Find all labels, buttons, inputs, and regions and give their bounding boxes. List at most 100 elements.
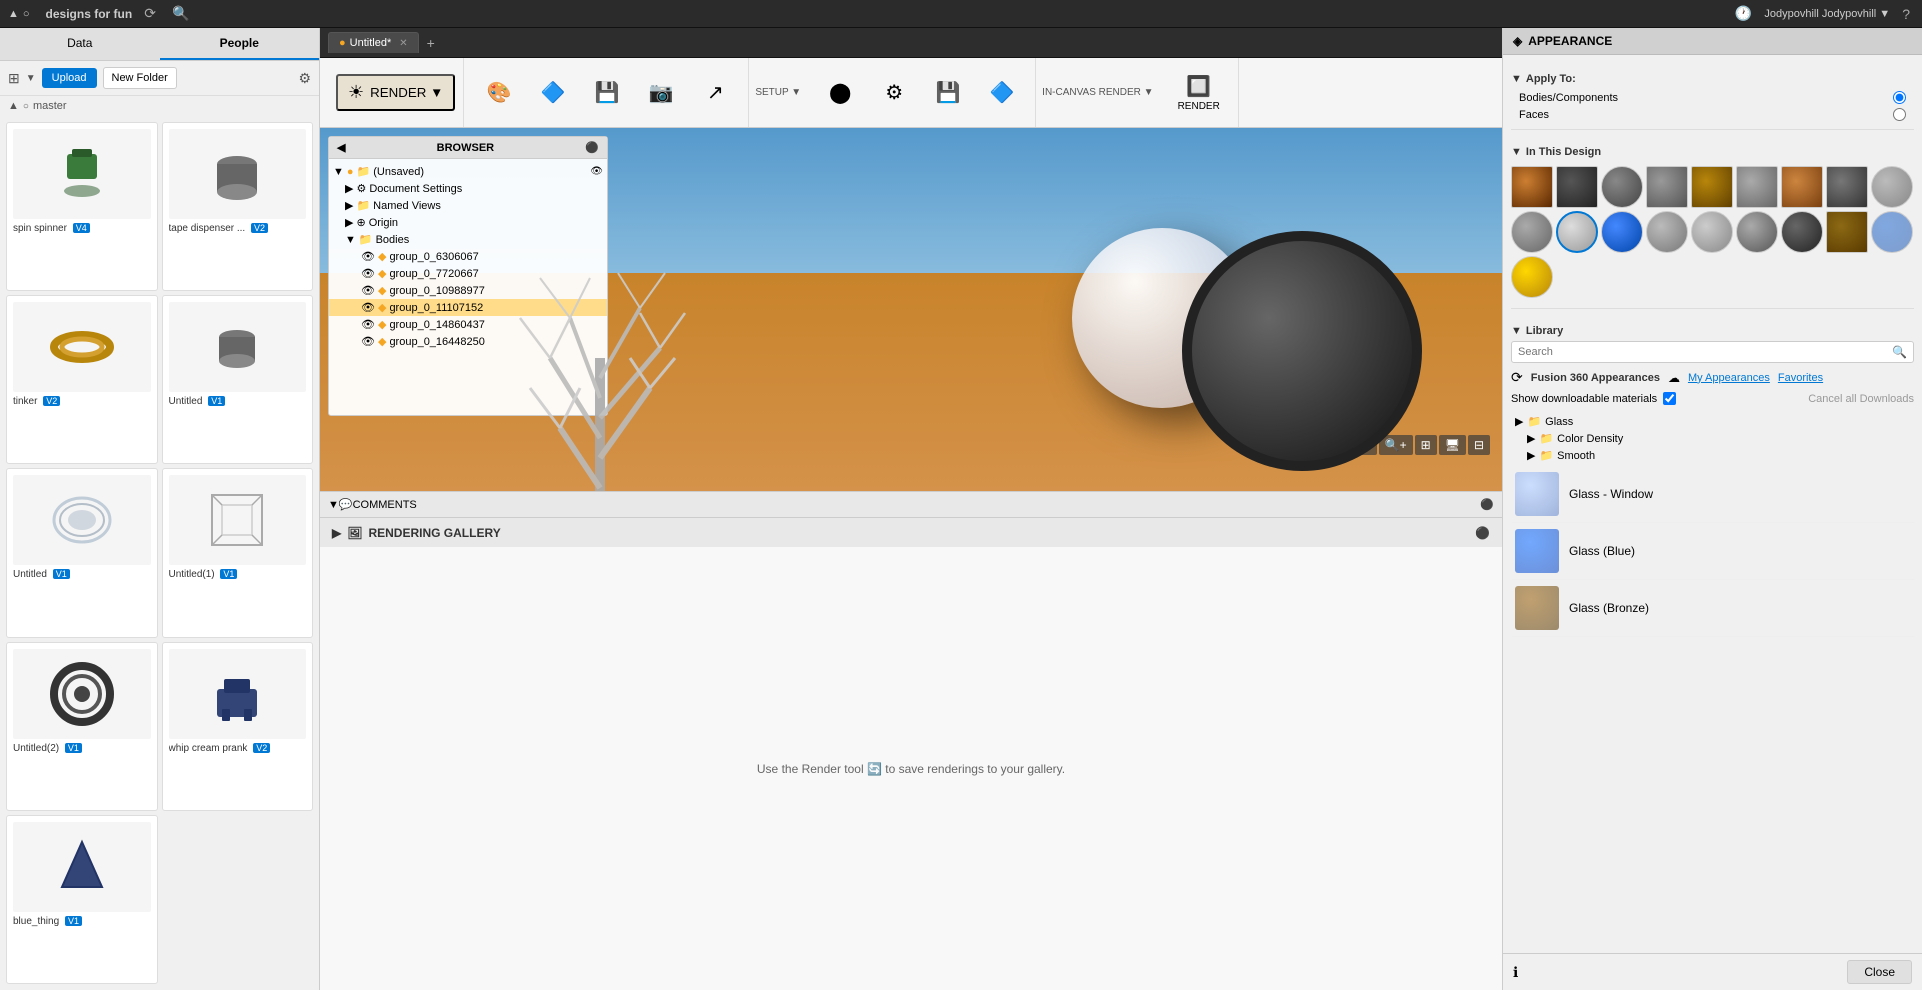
browser-collapse-icon[interactable]: ◀ [337,141,345,154]
new-folder-button[interactable]: New Folder [103,67,177,89]
design-item[interactable]: Untitled(2) V1 [6,642,158,811]
gallery-label[interactable]: RENDERING GALLERY [368,526,500,540]
search-input[interactable] [1518,346,1892,358]
in-design-header[interactable]: ▼ In This Design [1511,142,1914,162]
active-tab[interactable]: ● Untitled* ✕ [328,32,419,53]
material-thumb-11[interactable] [1556,211,1598,253]
view-dropdown-icon[interactable]: ▼ [26,73,36,84]
design-item[interactable]: Untitled V1 [6,468,158,637]
material-thumb-18[interactable] [1871,211,1913,253]
design-item[interactable]: blue_thing V1 [6,815,158,984]
tab-close-icon[interactable]: ✕ [399,38,407,49]
setup-btn-2[interactable]: 🔷 [528,74,578,111]
breadcrumb-up-icon[interactable]: ▲ [8,100,19,112]
material-thumb-14[interactable] [1691,211,1733,253]
canvas-btn-1[interactable]: ⬤ [815,74,865,111]
comments-pin-icon[interactable]: ⚫ [1480,498,1494,511]
version-badge: V1 [53,569,70,579]
material-thumb-19[interactable] [1511,256,1553,298]
folder-glass[interactable]: ▶ 📁 Glass [1511,413,1914,430]
faces-radio[interactable] [1893,108,1906,121]
design-name: Untitled V1 [13,569,151,580]
design-item[interactable]: tape dispenser ... V2 [162,122,314,291]
comments-label[interactable]: COMMENTS [353,499,417,511]
gallery-pin-icon[interactable]: ⚫ [1475,526,1490,540]
render-group-main: ☀ RENDER ▼ [328,58,464,127]
tab-data[interactable]: Data [0,28,160,60]
tab-people[interactable]: People [160,28,320,60]
apply-to-header[interactable]: ▼ Apply To: [1511,69,1914,89]
material-thumb-5[interactable] [1691,166,1733,208]
sync-icon[interactable]: ⟳ [140,3,160,24]
material-thumb-4[interactable] [1646,166,1688,208]
lib-tab-fusion[interactable]: Fusion 360 Appearances [1531,372,1660,384]
settings-icon[interactable]: ⚙ [298,70,311,87]
lib-tab-favorites[interactable]: Favorites [1778,372,1823,384]
material-thumb-6[interactable] [1736,166,1778,208]
setup-btn-3[interactable]: 💾 [582,74,632,111]
search-icon[interactable]: 🔍 [1892,345,1907,359]
material-thumb-12[interactable] [1601,211,1643,253]
design-item[interactable]: spin spinner V4 [6,122,158,291]
material-thumb-3[interactable] [1601,166,1643,208]
gallery-expand-icon[interactable]: ▶ [332,526,341,540]
folder-smooth[interactable]: ▶ 📁 Smooth [1511,447,1914,464]
material-glass-window[interactable]: Glass - Window [1511,466,1914,523]
breadcrumb-label[interactable]: master [33,100,67,112]
setup-group: 🎨 🔷 💾 📷 ↗ [466,58,749,127]
material-glass-blue[interactable]: Glass (Blue) [1511,523,1914,580]
render-final-btn[interactable]: 🔲 RENDER [1168,68,1230,118]
design-item[interactable]: Untitled V1 [162,295,314,464]
canvas-btn-3[interactable]: 💾 [923,74,973,111]
tree-eye-icon: 👁 [361,301,375,314]
material-thumb-2[interactable] [1556,166,1598,208]
setup-btn-1[interactable]: 🎨 [474,74,524,111]
nav-display-btn[interactable]: 🖥 [1439,435,1466,455]
library-header[interactable]: ▼ Library [1511,321,1914,341]
render-dropdown-button[interactable]: ☀ RENDER ▼ [336,74,455,111]
canvas-btn-4[interactable]: 🔷 [977,74,1027,111]
lib-tab-my[interactable]: My Appearances [1688,372,1770,384]
material-thumb-10[interactable] [1511,211,1553,253]
comments-expand-icon[interactable]: ▼ [328,499,339,511]
canvas-btn-2[interactable]: ⚙ [869,74,919,111]
user-menu[interactable]: Jodypovhill Jodypovhill ▼ [1764,8,1890,20]
material-icon-glass-window [1515,472,1559,516]
material-thumb-7[interactable] [1781,166,1823,208]
new-tab-button[interactable]: + [423,35,439,51]
material-thumb-16[interactable] [1781,211,1823,253]
cancel-downloads-btn[interactable]: Cancel all Downloads [1808,393,1914,405]
save-icon: 💾 [595,80,620,105]
browser-pin-icon[interactable]: ⚫ [585,141,599,154]
material-thumb-8[interactable] [1826,166,1868,208]
close-button[interactable]: Close [1847,960,1912,984]
refresh-icon[interactable]: ⟳ [1511,369,1523,386]
setup-btn-4[interactable]: 📷 [636,74,686,111]
help-icon[interactable]: ? [1898,4,1914,24]
folder-color-density[interactable]: ▶ 📁 Color Density [1511,430,1914,447]
search-icon[interactable]: 🔍 [168,3,193,24]
material-thumb-9[interactable] [1871,166,1913,208]
nav-fit-btn[interactable]: ⊞ [1415,435,1437,455]
bodies-radio[interactable] [1893,91,1906,104]
design-item[interactable]: Untitled(1) V1 [162,468,314,637]
material-thumb-13[interactable] [1646,211,1688,253]
tree-expand-icon: ▶ [345,216,353,229]
info-icon[interactable]: ℹ [1513,964,1518,981]
setup-btn-5[interactable]: ↗ [690,74,740,111]
nav-grid-btn[interactable]: ⊟ [1468,435,1490,455]
design-thumbnail [13,302,151,392]
upload-button[interactable]: Upload [42,68,97,88]
tree-item-label: Named Views [373,200,441,212]
view-toggle-icon[interactable]: ⊞ [8,70,20,87]
bodies-label: Bodies/Components [1519,92,1618,104]
design-item[interactable]: whip cream prank V2 [162,642,314,811]
material-thumb-1[interactable] [1511,166,1553,208]
material-thumb-15[interactable] [1736,211,1778,253]
clock-icon[interactable]: 🕐 [1731,3,1756,24]
material-thumb-17[interactable] [1826,211,1868,253]
material-glass-bronze[interactable]: Glass (Bronze) [1511,580,1914,637]
show-downloads-checkbox[interactable] [1663,392,1676,405]
design-item[interactable]: tinker V2 [6,295,158,464]
3d-viewport[interactable]: ◀ BROWSER ⚫ ▼ ● 📁 (Unsaved) 👁 ▶ [320,128,1502,491]
